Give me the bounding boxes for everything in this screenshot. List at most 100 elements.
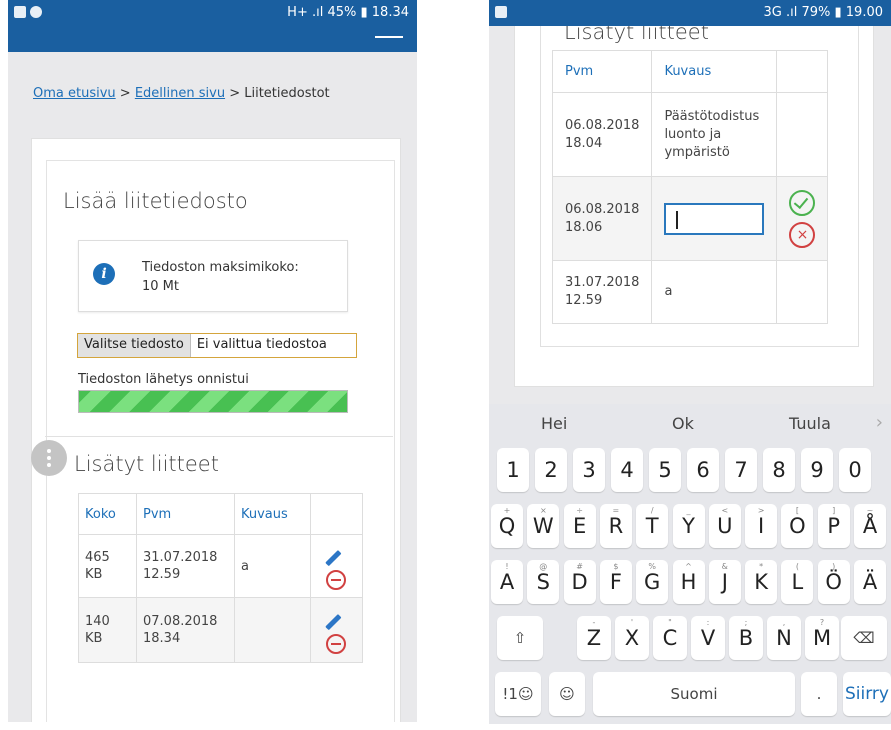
key-i[interactable]: > I (745, 504, 778, 548)
key-g[interactable]: % G (636, 560, 669, 604)
key-7[interactable]: 7 (725, 448, 757, 492)
confirm-icon[interactable] (789, 189, 816, 216)
key-secondary-label: / (650, 506, 654, 515)
actions-cell (776, 92, 829, 177)
drag-handle[interactable] (31, 440, 67, 476)
key-3[interactable]: 3 (573, 448, 605, 492)
info-line1: Tiedoston maksimikoko: (142, 260, 299, 275)
column-header-actions (310, 493, 363, 535)
key-m[interactable]: ? M (805, 616, 839, 660)
cancel-icon[interactable]: × (789, 221, 816, 248)
key-a[interactable]: ! A (491, 560, 523, 604)
key-p[interactable]: ] P (817, 504, 850, 548)
status-bar: 3G .ıl 79% ▮ 19.00 (489, 0, 891, 26)
key-secondary-label: < (721, 506, 729, 515)
key-0[interactable]: 0 (839, 448, 871, 492)
key-l[interactable]: (L (781, 560, 814, 604)
key-j[interactable]: & J (708, 560, 741, 604)
backspace-key[interactable]: ⌫ (841, 616, 887, 660)
breadcrumb-home-link[interactable]: Oma etusivu (33, 86, 116, 101)
divider (45, 436, 393, 437)
table-row: 31.07.2018 12.59 a (551, 260, 829, 324)
suggestion-bar: Hei Ok Tuula › (489, 404, 891, 444)
key-ä[interactable]: Ä (854, 560, 886, 604)
date-cell: 06.08.2018 18.06 (551, 176, 653, 261)
key-v[interactable]: :V (691, 616, 725, 660)
actions-cell (310, 597, 363, 663)
key-secondary-label: ~ (866, 506, 874, 515)
key-z[interactable]: -Z (577, 616, 611, 660)
key-secondary-label: ? (819, 618, 825, 627)
remove-icon[interactable] (326, 570, 346, 590)
edit-pencil-icon[interactable] (325, 614, 342, 631)
suggestion-item[interactable]: Ok (672, 414, 694, 433)
remove-icon[interactable] (326, 634, 346, 654)
suggestion-item[interactable]: Tuula (789, 414, 831, 433)
key-2[interactable]: 2 (535, 448, 567, 492)
key-secondary-label: , (782, 618, 786, 627)
edit-pencil-icon[interactable] (325, 550, 342, 567)
shift-key[interactable]: ⇧ (497, 616, 543, 660)
key-r[interactable]: = R (599, 504, 632, 548)
key-e[interactable]: ÷ E (563, 504, 596, 548)
description-cell (651, 176, 778, 261)
space-key[interactable]: Suomi (593, 672, 795, 716)
period-key[interactable]: . (801, 672, 837, 716)
key-n[interactable]: ,N (767, 616, 801, 660)
key-1[interactable]: 1 (497, 448, 529, 492)
key-9[interactable]: 9 (801, 448, 833, 492)
key-secondary-label: * (759, 562, 764, 571)
breadcrumb-separator: > (225, 86, 245, 101)
file-input[interactable]: Valitse tiedosto Ei valittua tiedostoa (77, 333, 357, 358)
key-u[interactable]: < U (708, 504, 741, 548)
key-secondary-label: > (757, 506, 765, 515)
gallery-icon (495, 6, 507, 18)
key-x[interactable]: ' X (615, 616, 649, 660)
key-w[interactable]: × W (527, 504, 560, 548)
key-8[interactable]: 8 (763, 448, 795, 492)
description-cell: a (651, 260, 778, 324)
key-secondary-label: _ (686, 506, 691, 515)
key-5[interactable]: 5 (649, 448, 681, 492)
key-secondary-label: # (576, 562, 583, 571)
key-secondary-label: & (721, 562, 728, 571)
chevron-right-icon[interactable]: › (876, 412, 883, 433)
key-f[interactable]: $ F (599, 560, 632, 604)
breadcrumb-current: Liitetiedostot (244, 86, 330, 101)
suggestion-item[interactable]: Hei (541, 414, 567, 433)
key-k[interactable]: * K (745, 560, 778, 604)
key-6[interactable]: 6 (687, 448, 719, 492)
key-ö[interactable]: ) Ö (817, 560, 850, 604)
app-header (8, 26, 417, 52)
key-secondary-label: ; (744, 618, 748, 627)
key-c[interactable]: " C (653, 616, 687, 660)
date-cell: 07.08.2018 18.34 (136, 597, 235, 663)
menu-icon[interactable] (375, 36, 403, 38)
emoji-key[interactable]: ☺ (549, 672, 585, 716)
key-å[interactable]: ~ Å (854, 504, 886, 548)
key-4[interactable]: 4 (611, 448, 643, 492)
key-q[interactable]: + Q (491, 504, 523, 548)
status-right: 3G .ıl 79% ▮ 19.00 (763, 5, 883, 20)
symbols-key[interactable]: !1☺ (495, 672, 541, 716)
upload-progress-bar (78, 390, 348, 413)
key-h[interactable]: ^ H (672, 560, 705, 604)
date-cell: 06.08.2018 18.04 (551, 92, 653, 177)
on-screen-keyboard: Hei Ok Tuula › 1 2 3 4 5 6 7 8 9 0 + Q × W ÷ E = R / T _ Y < U >… (489, 404, 891, 724)
key-b[interactable]: ; B (729, 616, 763, 660)
description-cell: Päästötodistus luonto ja ympäristö (651, 92, 778, 177)
key-d[interactable]: # D (563, 560, 596, 604)
key-t[interactable]: / T (636, 504, 669, 548)
breadcrumb-previous-link[interactable]: Edellinen sivu (135, 86, 225, 101)
key-y[interactable]: _ Y (672, 504, 705, 548)
attachments-table: Koko Pvm Kuvaus 465 KB 31.07.2018 12.59 a … (78, 493, 363, 663)
key-s[interactable]: @ S (527, 560, 560, 604)
key-secondary-label: ) (832, 562, 836, 571)
go-key[interactable]: Siirry (843, 672, 891, 716)
upload-progress-fill (79, 391, 347, 412)
choose-file-button[interactable]: Valitse tiedosto (78, 334, 191, 357)
description-input[interactable] (664, 202, 765, 235)
column-header-description: Kuvaus (234, 493, 311, 535)
key-o[interactable]: [O (781, 504, 814, 548)
table-header-row: Pvm Kuvaus (551, 50, 829, 93)
